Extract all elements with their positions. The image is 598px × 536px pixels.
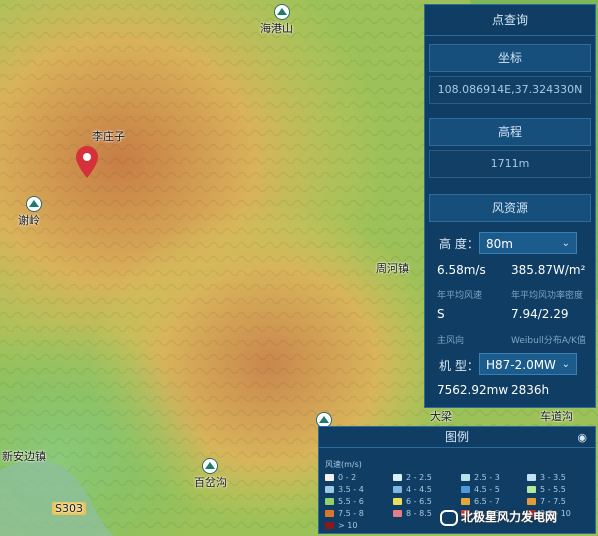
legend-item: 2.5 - 3 bbox=[461, 473, 500, 482]
legend-swatch bbox=[325, 486, 334, 493]
legend-item-label: 2 - 2.5 bbox=[406, 473, 432, 482]
point-query-panel: 点查询 坐标 108.086914E,37.324330N 高程 1711m 风… bbox=[424, 4, 596, 408]
map-label-town: 周河镇 bbox=[376, 262, 409, 275]
coord-header: 坐标 bbox=[429, 44, 591, 72]
legend-item: 5 - 5.5 bbox=[527, 485, 566, 494]
legend-item-label: 6 - 6.5 bbox=[406, 497, 432, 506]
legend-unit: 风速(m/s) bbox=[325, 460, 362, 469]
legend-swatch bbox=[325, 474, 334, 481]
legend-item-label: 6.5 - 7 bbox=[474, 497, 500, 506]
legend-item-label: 7 - 7.5 bbox=[540, 497, 566, 506]
watermark: 北极星风力发电网 bbox=[440, 508, 557, 526]
map-label-village: 李庄子 bbox=[92, 130, 125, 143]
legend-item: 8 - 8.5 bbox=[393, 509, 432, 518]
legend-swatch bbox=[393, 474, 402, 481]
map-label-peak: 海港山 bbox=[260, 22, 293, 35]
legend-item-label: 8 - 8.5 bbox=[406, 509, 432, 518]
legend-swatch bbox=[325, 498, 334, 505]
legend-item-label: > 10 bbox=[338, 521, 358, 530]
wind-speed-note: 年平均风速 bbox=[437, 291, 483, 301]
legend-item-label: 4.5 - 5 bbox=[474, 485, 500, 494]
road-label: S303 bbox=[52, 502, 86, 515]
wind-speed-value: 6.58m/s bbox=[437, 263, 486, 277]
chevron-down-icon: ⌄ bbox=[561, 359, 570, 370]
panel-title: 点查询 bbox=[425, 5, 595, 36]
legend-item: 0 - 2 bbox=[325, 473, 356, 482]
legend-item: > 10 bbox=[325, 521, 357, 530]
legend-swatch bbox=[393, 510, 402, 517]
mountain-icon[interactable] bbox=[274, 4, 290, 20]
map-label-town: 车道沟 bbox=[540, 410, 573, 423]
legend-item-label: 4 - 4.5 bbox=[406, 485, 432, 494]
wind-resource-header: 风资源 bbox=[429, 194, 591, 222]
chevron-down-icon: ⌄ bbox=[561, 238, 570, 249]
legend-swatch bbox=[461, 486, 470, 493]
legend-item: 6.5 - 7 bbox=[461, 497, 500, 506]
wind-direction-note: 主风向 bbox=[437, 336, 465, 346]
legend-swatch bbox=[527, 474, 536, 481]
legend-item-label: 0 - 2 bbox=[338, 473, 357, 482]
full-load-hours-value: 2836h bbox=[511, 383, 550, 397]
eye-icon[interactable]: ◉ bbox=[577, 431, 587, 444]
legend-title: 图例 bbox=[319, 427, 595, 448]
legend-swatch bbox=[325, 510, 334, 517]
turbine-model-select[interactable]: H87-2.0MW ⌄ bbox=[479, 353, 577, 375]
power-density-value: 385.87W/m² bbox=[511, 263, 586, 277]
annual-energy-value: 7562.92mw bbox=[437, 383, 509, 397]
legend-item: 3.5 - 4 bbox=[325, 485, 364, 494]
turbine-model-value: H87-2.0MW bbox=[486, 358, 556, 372]
map-label-town: 大梁 bbox=[430, 410, 452, 423]
coord-value: 108.086914E,37.324330N bbox=[429, 76, 591, 104]
legend-item-label: 2.5 - 3 bbox=[474, 473, 500, 482]
legend-item: 4.5 - 5 bbox=[461, 485, 500, 494]
legend-swatch bbox=[325, 522, 334, 529]
mountain-icon[interactable] bbox=[26, 196, 42, 212]
legend-swatch bbox=[393, 486, 402, 493]
legend-item: 4 - 4.5 bbox=[393, 485, 432, 494]
legend-item: 6 - 6.5 bbox=[393, 497, 432, 506]
weibull-note: Weibull分布A/K值 bbox=[511, 336, 586, 346]
legend-item: 7 - 7.5 bbox=[527, 497, 566, 506]
height-select[interactable]: 80m ⌄ bbox=[479, 232, 577, 254]
map-label-town: 百岔沟 bbox=[194, 476, 227, 489]
weibull-value: 7.94/2.29 bbox=[511, 307, 569, 321]
elevation-value: 1711m bbox=[429, 150, 591, 178]
legend-item-label: 3 - 3.5 bbox=[540, 473, 566, 482]
power-density-note: 年平均风功率密度 bbox=[511, 291, 584, 301]
model-label: 机 型： bbox=[439, 359, 479, 373]
legend-item-label: 7.5 - 8 bbox=[338, 509, 364, 518]
legend-swatch bbox=[527, 486, 536, 493]
legend-swatch bbox=[461, 498, 470, 505]
elevation-header: 高程 bbox=[429, 118, 591, 146]
height-label: 高 度： bbox=[439, 237, 479, 251]
legend-item: 2 - 2.5 bbox=[393, 473, 432, 482]
location-pin-icon[interactable] bbox=[76, 146, 98, 178]
legend-item: 3 - 3.5 bbox=[527, 473, 566, 482]
map-label-town: 谢岭 bbox=[18, 214, 40, 227]
legend-swatch bbox=[393, 498, 402, 505]
watermark-text: 北极星风力发电网 bbox=[461, 510, 558, 524]
legend-swatch bbox=[461, 474, 470, 481]
legend-item-label: 5 - 5.5 bbox=[540, 485, 566, 494]
legend-item-label: 5.5 - 6 bbox=[338, 497, 364, 506]
height-select-value: 80m bbox=[486, 237, 513, 251]
legend-swatch bbox=[527, 498, 536, 505]
legend-item-label: 3.5 - 4 bbox=[338, 485, 364, 494]
wind-direction-value: S bbox=[437, 307, 445, 321]
legend-item: 5.5 - 6 bbox=[325, 497, 364, 506]
map-label-town: 新安边镇 bbox=[2, 450, 46, 463]
wechat-icon bbox=[440, 509, 458, 526]
legend-item: 7.5 - 8 bbox=[325, 509, 364, 518]
mountain-icon[interactable] bbox=[202, 458, 218, 474]
